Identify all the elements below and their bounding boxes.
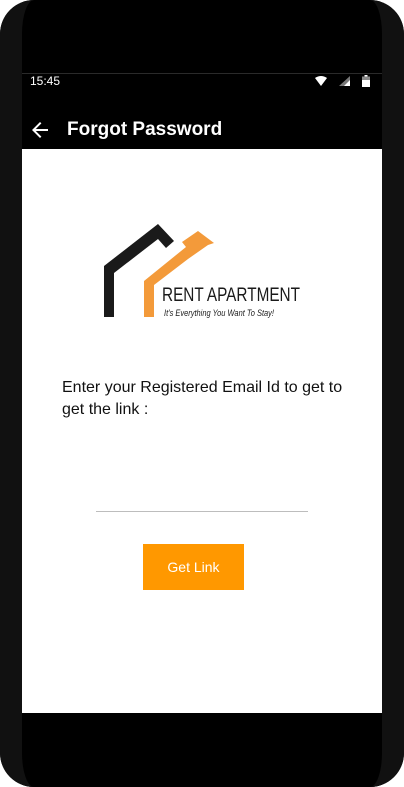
email-field[interactable]: [96, 479, 308, 512]
signal-icon: [339, 76, 350, 86]
status-bar: 15:45: [22, 68, 382, 98]
battery-icon: [362, 75, 370, 87]
device-frame: 15:45 Forgot Password RENT APARTMENT It'…: [0, 0, 404, 787]
status-time: 15:45: [30, 74, 61, 88]
logo-name: RENT APARTMENT: [162, 285, 300, 306]
logo-tagline: It's Everything You Want To Stay!: [164, 308, 274, 318]
get-link-button[interactable]: Get Link: [143, 544, 244, 590]
instructions-text: Enter your Registered Email Id to get to…: [62, 379, 343, 418]
app-bar: Forgot Password: [22, 110, 382, 150]
back-button[interactable]: [24, 114, 56, 146]
navigation-bar-area: [22, 713, 382, 787]
forgot-password-form: RENT APARTMENT It's Everything You Want …: [22, 149, 382, 713]
status-icons: [315, 75, 370, 87]
wifi-icon: [315, 76, 327, 86]
page-title: Forgot Password: [67, 119, 223, 140]
rent-apartment-logo: RENT APARTMENT It's Everything You Want …: [104, 224, 300, 318]
arrow-left-icon: [32, 122, 48, 138]
